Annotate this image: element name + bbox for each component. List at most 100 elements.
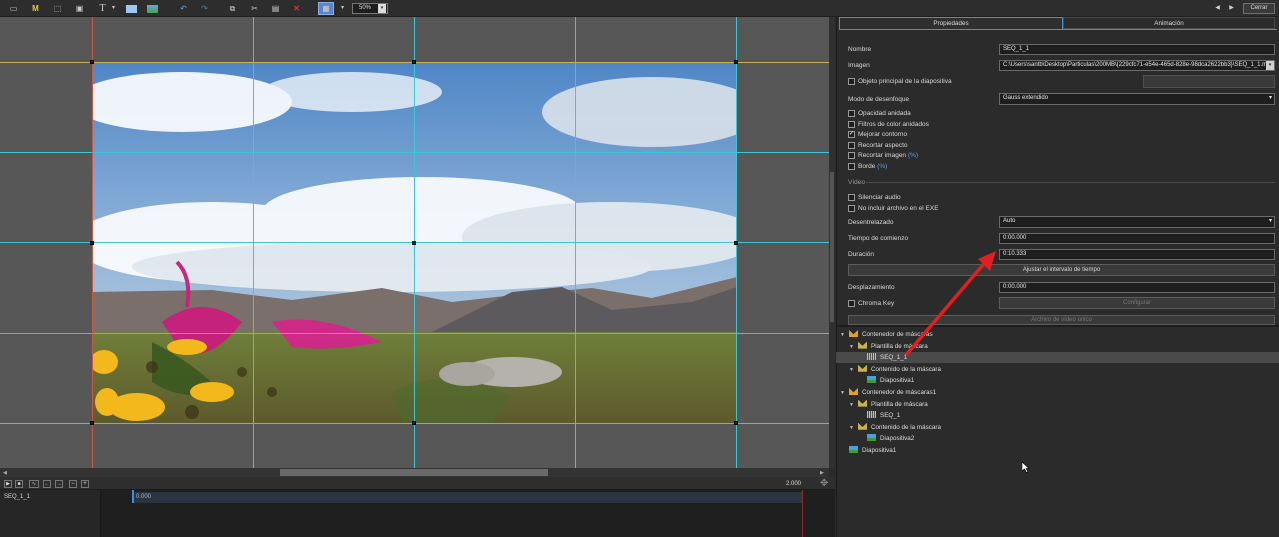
paste-icon[interactable]: ▤ [270, 3, 281, 14]
zoom-select[interactable]: 50% ▾ [352, 3, 388, 14]
previous-icon[interactable]: ◀ [1212, 3, 1223, 14]
annotation-arrow [904, 251, 996, 357]
chevron-down-icon[interactable]: ▼ [840, 330, 849, 341]
tree-item[interactable]: ▼ Plantilla de máscara [836, 399, 1279, 410]
image-path-field[interactable]: C:\Users\santb\Desktop\Particulas\200MB\… [999, 60, 1275, 71]
delete-icon[interactable]: ✕ [291, 3, 302, 14]
chevron-down-icon[interactable]: ▾ [1266, 61, 1274, 70]
chevron-down-icon[interactable]: ▼ [849, 423, 858, 434]
next-icon[interactable]: ▶ [1226, 3, 1237, 14]
main-object-checkbox[interactable] [848, 78, 855, 85]
tree-item[interactable]: ▼ Contenedor de máscaras1 [836, 387, 1279, 398]
close-button[interactable]: Cerrar [1243, 3, 1275, 14]
tree-item-label: SEQ_1 [880, 412, 901, 420]
rectangle-icon[interactable] [126, 5, 137, 13]
waveform-icon[interactable]: ∿ [29, 480, 39, 488]
resize-handle[interactable] [412, 421, 416, 425]
configure-button[interactable]: Configurar [999, 297, 1275, 309]
resize-handle[interactable] [734, 241, 738, 245]
horizontal-scrollbar[interactable]: ◀ ▶ [0, 468, 829, 477]
deinterlace-label: Desentrelazado [848, 219, 894, 226]
chroma-key-checkbox[interactable] [848, 300, 855, 307]
chevron-down-icon: ▾ [378, 4, 386, 13]
center-handle[interactable] [412, 241, 416, 245]
tree-item[interactable]: ▼ Contenido de la máscara [836, 422, 1279, 433]
image-icon [849, 446, 858, 453]
deinterlace-select[interactable]: Auto ▾ [999, 216, 1275, 228]
nested-color-filters-checkbox[interactable] [848, 121, 855, 128]
exclude-exe-checkbox[interactable] [848, 205, 855, 212]
play-icon[interactable]: ▶ [4, 480, 12, 488]
mask-container-icon [849, 388, 858, 395]
redo-icon[interactable]: ↷ [199, 3, 210, 14]
resize-handle[interactable] [734, 421, 738, 425]
crop-image-checkbox[interactable] [848, 152, 855, 159]
tree-item[interactable]: Diapositiva1 [836, 445, 1279, 456]
tree-item[interactable]: SEQ_1 [836, 410, 1279, 421]
copy-style-icon[interactable]: ⧉ [227, 3, 238, 14]
offset-field[interactable]: 0:00.000 [999, 282, 1275, 293]
offset-label: Desplazamiento [848, 284, 895, 291]
undo-icon[interactable]: ↶ [178, 3, 189, 14]
chevron-down-icon[interactable]: ▼ [849, 400, 858, 411]
tree-item[interactable]: Diapositiva2 [836, 433, 1279, 444]
chevron-down-icon: ▾ [1268, 95, 1272, 101]
scroll-left-icon[interactable]: ◀ [3, 470, 7, 476]
duration-field[interactable]: 0:10.333 [999, 249, 1275, 260]
step-back-icon[interactable]: ← [43, 480, 51, 488]
blur-mode-select[interactable]: Gauss extendido ▾ [999, 93, 1275, 105]
nested-opacity-checkbox[interactable] [848, 110, 855, 117]
caption-icon[interactable]: ▣ [74, 3, 85, 14]
tree-item-label: Diapositiva1 [862, 447, 897, 454]
start-time-field[interactable]: 0:00.000 [999, 233, 1275, 244]
m-tool-icon[interactable]: M [30, 3, 41, 14]
resize-handle[interactable] [734, 60, 738, 64]
chevron-down-icon[interactable]: ▾ [108, 3, 119, 14]
crop-aspect-checkbox[interactable] [848, 142, 855, 149]
chevron-down-icon[interactable]: ▼ [840, 388, 849, 399]
text-tool-icon[interactable]: T [97, 3, 108, 14]
zoom-in-icon[interactable]: + [81, 480, 89, 488]
track-name[interactable]: SEQ_1_1 [4, 494, 30, 500]
crop-image-label: Recortar imagen (%) [858, 152, 918, 159]
cut-icon[interactable]: ✂ [249, 3, 260, 14]
step-forward-icon[interactable]: → [55, 480, 63, 488]
crop-image-percent-link[interactable]: (%) [908, 152, 918, 159]
border-checkbox[interactable] [848, 163, 855, 170]
image-insert-icon[interactable] [147, 5, 158, 13]
chevron-down-icon[interactable]: ▼ [849, 365, 858, 376]
zoom-out-icon[interactable]: − [69, 480, 77, 488]
playhead[interactable] [132, 490, 134, 503]
resize-handle[interactable] [90, 421, 94, 425]
improve-contour-checkbox[interactable]: ✓ [848, 131, 855, 138]
vertical-scroll-thumb[interactable] [830, 172, 834, 322]
resize-handle[interactable] [90, 241, 94, 245]
horizontal-scroll-thumb[interactable] [280, 469, 548, 476]
scroll-right-icon[interactable]: ▶ [820, 470, 824, 476]
slide-icon[interactable]: ▭ [8, 3, 19, 14]
mask-content-icon [858, 422, 867, 430]
tab-properties[interactable]: Propiedades [839, 17, 1063, 29]
frame-icon[interactable]: ⬚ [52, 3, 63, 14]
track-names: SEQ_1_1 [0, 490, 101, 537]
chevron-down-icon[interactable]: ▾ [337, 3, 348, 14]
border-percent-link[interactable]: (%) [877, 163, 887, 170]
vertical-scrollbar[interactable] [829, 17, 835, 468]
grid-toggle-icon[interactable]: ▦ [318, 2, 334, 15]
exclude-exe-label: No incluir archivo en el EXE [858, 205, 939, 212]
track-clip[interactable]: 0.000 [132, 492, 802, 503]
track-area[interactable]: 0.000 [101, 490, 835, 537]
stop-icon[interactable]: ■ [15, 480, 23, 488]
timeline-toolbar: ▶ ■ ∿ ← → − + 2.000 ✥ [0, 477, 835, 490]
main-object-selector[interactable] [1143, 75, 1275, 88]
resize-handle[interactable] [90, 60, 94, 64]
tab-animation[interactable]: Animación [1063, 17, 1275, 29]
chevron-down-icon[interactable]: ▼ [849, 342, 858, 353]
mute-audio-checkbox[interactable] [848, 194, 855, 201]
name-field[interactable]: SEQ_1_1 [999, 44, 1275, 55]
move-icon[interactable]: ✥ [820, 478, 828, 489]
slide-stage[interactable] [0, 17, 829, 468]
tree-item[interactable]: Diapositiva1 [836, 375, 1279, 386]
resize-handle[interactable] [412, 60, 416, 64]
image-icon [867, 376, 876, 384]
